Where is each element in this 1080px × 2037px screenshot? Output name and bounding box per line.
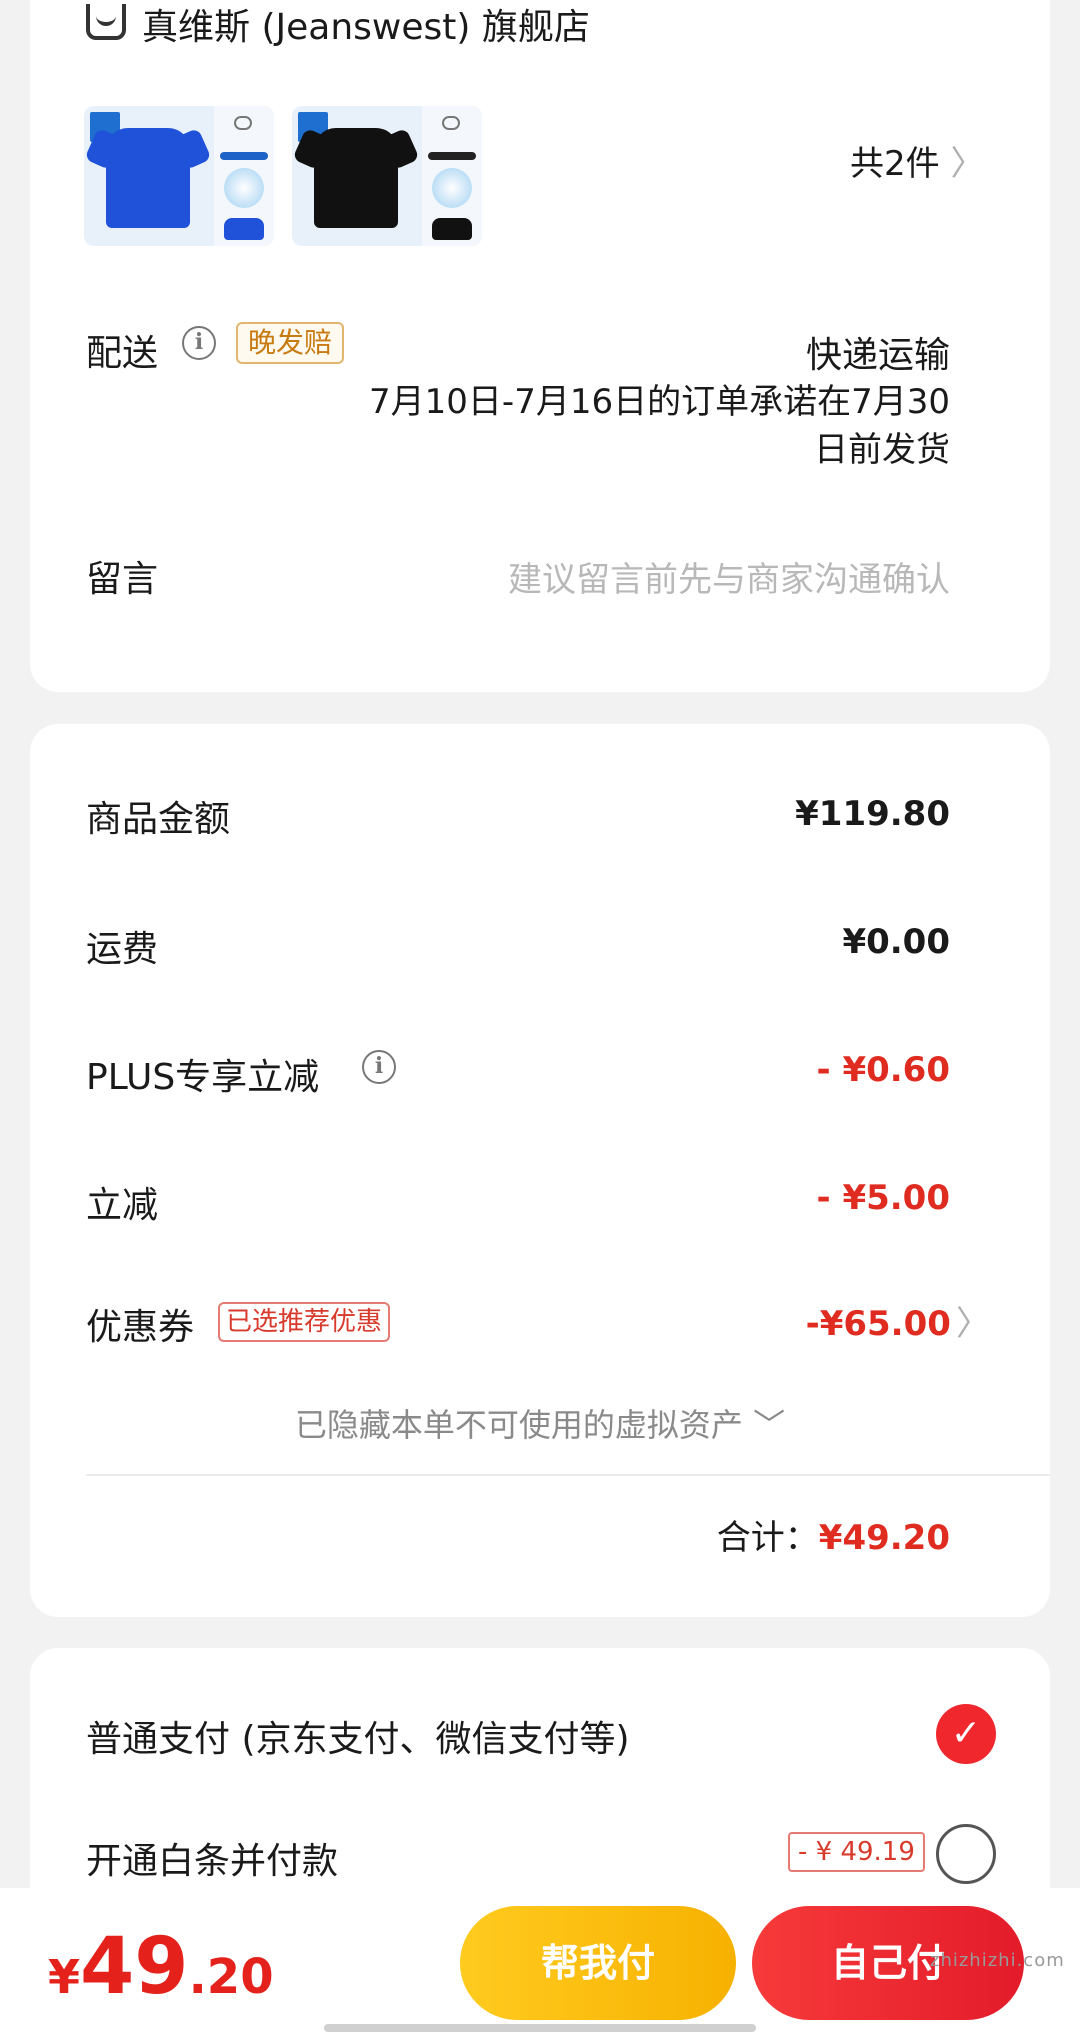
late-compensation-badge: 晚发赔 [236, 322, 345, 364]
ventilation-icon [224, 168, 264, 208]
checkout-bar: ¥49.20 帮我付 自己付 zhizhizhi.com [0, 1888, 1080, 2037]
message-label: 留言 [86, 559, 159, 600]
coupon-badge: 已选推荐优惠 [218, 1302, 391, 1342]
shipping-method[interactable]: 快递运输 [806, 326, 950, 378]
polo-shirt-image [314, 128, 398, 228]
coupon-selector[interactable]: -¥65.00 〉 [806, 1296, 990, 1345]
item-count-link[interactable]: 共2件 〉 [850, 136, 984, 185]
selected-check-icon[interactable]: ✓ [936, 1704, 996, 1764]
product-thumbnail-black[interactable] [292, 106, 482, 246]
product-features-panel [422, 106, 482, 246]
unselected-radio-icon[interactable] [936, 1824, 996, 1884]
mini-shirt-image [224, 218, 264, 240]
baitiao-discount-badge: - ¥ 49.19 [788, 1832, 925, 1872]
goods-amount-label: 商品金额 [86, 799, 231, 840]
store-icon [86, 4, 126, 40]
plus-discount-value: - ¥0.60 [816, 1050, 951, 1090]
shipping-label: 配送 [86, 333, 159, 374]
coupon-value: -¥65.00 [805, 1304, 951, 1344]
goods-amount-value: ¥119.80 [795, 794, 950, 834]
baitiao-payment-option[interactable]: 开通白条并付款 [86, 1832, 338, 1884]
help-me-pay-button[interactable]: 帮我付 [460, 1906, 736, 2020]
store-name[interactable]: 真维斯 (Jeanswest) 旗舰店 [142, 0, 590, 50]
chevron-right-icon: 〉 [956, 1304, 990, 1344]
store-card: 真维斯 (Jeanswest) 旗舰店 共2件 〉 配送 i 晚发赔 快递运输 … [30, 0, 1050, 692]
price-breakdown-card: 商品金额 ¥119.80 运费 ¥0.00 PLUS专享立减 i - ¥0.60… [30, 724, 1050, 1617]
info-icon[interactable]: i [362, 1050, 396, 1084]
total-value: ¥49.20 [818, 1518, 950, 1558]
divider [86, 1474, 1050, 1476]
ventilation-icon [432, 168, 472, 208]
item-count-label: 共2件 [850, 144, 940, 184]
amount-decimal: .20 [188, 1949, 274, 2005]
watermark: zhizhizhi.com [930, 1950, 1065, 1971]
home-indicator[interactable] [324, 2024, 756, 2032]
order-total: 合计：¥49.20 [717, 1510, 950, 1559]
color-tag [428, 152, 476, 160]
coupon-label: 优惠券 [86, 1307, 195, 1348]
currency-symbol: ¥ [48, 1950, 81, 2004]
hidden-assets-toggle[interactable]: 已隐藏本单不可使用的虚拟资产 ﹀ [30, 1400, 1050, 1446]
chevron-right-icon: 〉 [950, 144, 985, 184]
product-thumbnail-blue[interactable] [84, 106, 274, 246]
total-label: 合计： [716, 1518, 819, 1558]
plus-discount-label: PLUS专享立减 [86, 1057, 320, 1098]
color-tag [220, 152, 268, 160]
bottom-total-amount: ¥49.20 [48, 1922, 274, 2012]
message-input[interactable]: 建议留言前先与商家沟通确认 [508, 552, 950, 601]
mini-shirt-image [432, 218, 472, 240]
product-features-panel [214, 106, 274, 246]
cloud-icon [234, 116, 252, 130]
instant-discount-label: 立减 [86, 1185, 159, 1226]
shipping-fee-label: 运费 [86, 929, 159, 970]
polo-shirt-image [106, 128, 190, 228]
normal-payment-option[interactable]: 普通支付 (京东支付、微信支付等) [86, 1710, 630, 1762]
amount-integer: 49 [80, 1922, 189, 2012]
cloud-icon [442, 116, 460, 130]
shipping-promise: 7月10日-7月16日的订单承诺在7月30日前发货 [369, 382, 950, 470]
shipping-fee-value: ¥0.00 [842, 922, 950, 962]
instant-discount-value: - ¥5.00 [816, 1178, 951, 1218]
info-icon[interactable]: i [182, 326, 216, 360]
